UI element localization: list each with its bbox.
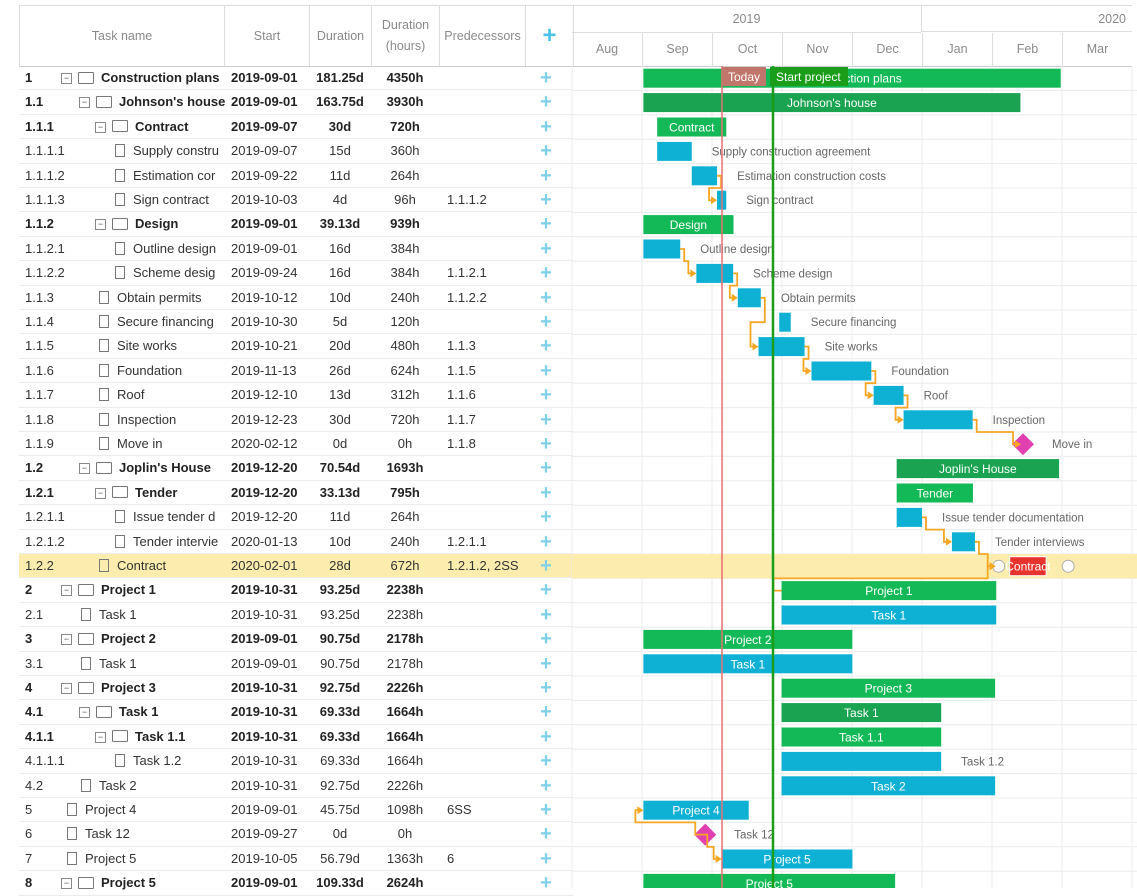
- bar-label: Secure financing: [811, 317, 897, 329]
- link-arrow: [715, 855, 722, 863]
- task-bar[interactable]: [758, 337, 805, 357]
- bar-label: Task 12: [734, 830, 774, 842]
- task-bar[interactable]: [779, 312, 791, 332]
- link-arrow: [945, 537, 952, 546]
- selected-row-highlight: [572, 554, 1137, 579]
- bar-label: Contract: [669, 121, 715, 135]
- bar-label: Task 1: [844, 706, 879, 720]
- bar-label: Project 2: [724, 633, 772, 647]
- task-bar[interactable]: [896, 507, 922, 527]
- bar-label: Project 5: [763, 853, 811, 867]
- link-arrow: [731, 293, 738, 302]
- bar-label: Joplin's House: [939, 462, 1017, 476]
- task-bar[interactable]: [696, 263, 734, 283]
- bar-label: Task 2: [871, 779, 906, 793]
- task-bar[interactable]: [737, 288, 761, 308]
- task-bar[interactable]: [951, 532, 975, 552]
- bar-label: Task 1: [872, 609, 907, 623]
- task-bar[interactable]: [811, 361, 872, 381]
- bar-label: Task 1: [731, 657, 766, 671]
- bar-label: Task 1.2: [961, 756, 1004, 768]
- bar-label: Roof: [924, 390, 949, 402]
- link-handle-end[interactable]: [1061, 559, 1075, 573]
- start-project-label: Start project: [776, 70, 841, 84]
- bar-label: Johnson's house: [787, 96, 877, 110]
- link-arrow: [752, 342, 759, 351]
- task-bar[interactable]: [873, 385, 904, 405]
- bar-label: Project 1: [865, 584, 913, 598]
- link-arrow: [897, 415, 904, 424]
- task-bar[interactable]: [691, 166, 718, 186]
- bar-label: Tender interviews: [995, 537, 1085, 549]
- today-label: Today: [728, 70, 760, 84]
- bar-label: Project 5: [746, 877, 794, 888]
- task-bar[interactable]: [657, 141, 692, 161]
- bar-label: Contract: [1005, 560, 1051, 574]
- bar-label: Issue tender documentation: [942, 512, 1084, 524]
- bar-label: Project 4: [672, 804, 720, 818]
- task-bar[interactable]: [781, 751, 942, 771]
- link-arrow: [867, 391, 874, 400]
- gantt-chart: Construction plansJohnson's houseContrac…: [571, 66, 1137, 888]
- bar-label: Outline design: [700, 244, 774, 256]
- bar-label: Design: [670, 218, 707, 232]
- bar-label: Estimation construction costs: [737, 171, 886, 183]
- bar-label: Obtain permits: [781, 293, 856, 305]
- bar-label: Site works: [825, 342, 878, 354]
- link-arrow: [805, 367, 812, 375]
- bar-label: Scheme design: [753, 268, 832, 280]
- bar-label: Foundation: [891, 366, 949, 378]
- bar-label: Task 1.1: [839, 731, 884, 745]
- task-bar[interactable]: [643, 239, 681, 259]
- bar-label: Supply construction agreement: [712, 146, 871, 158]
- task-bar[interactable]: [903, 410, 973, 430]
- bar-label: Project 3: [865, 682, 913, 696]
- link-arrow: [690, 269, 697, 278]
- bar-label: Move in: [1052, 439, 1092, 451]
- link-arrow: [711, 196, 718, 205]
- bar-label: Tender: [916, 487, 953, 501]
- bar-label: Inspection: [993, 415, 1045, 427]
- bar-label: Sign contract: [746, 195, 814, 207]
